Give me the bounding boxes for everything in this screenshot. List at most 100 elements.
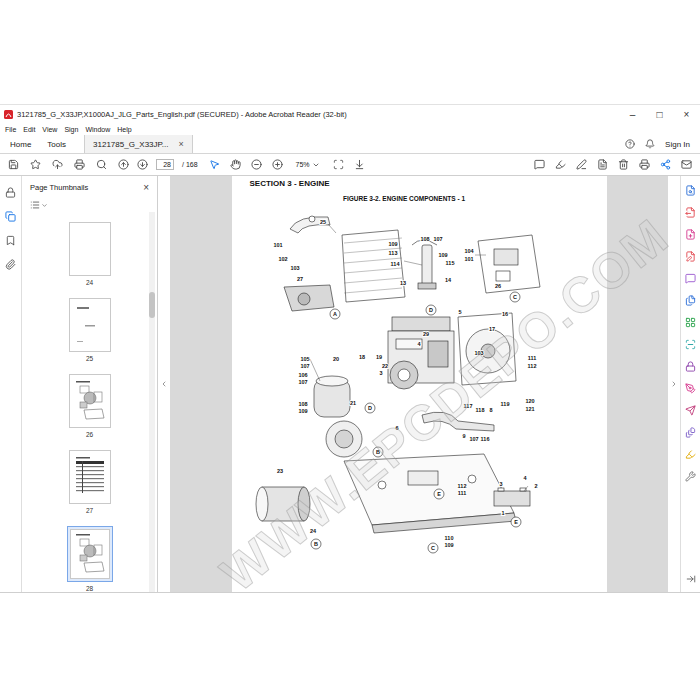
thumbnail-label: 25 [86,355,93,362]
callout-number: 2 [534,483,537,489]
upload-icon[interactable] [52,159,63,170]
hand-icon[interactable] [230,159,241,170]
text-icon[interactable] [597,159,608,170]
mail-icon[interactable] [681,159,692,170]
page-thumbnail[interactable]: 25 [69,298,111,362]
scan-icon[interactable] [685,339,696,350]
tab[interactable]: Tools [39,135,74,153]
comment-icon[interactable] [534,159,545,170]
page-thumbnail[interactable]: 28 [67,526,113,592]
callout-number: 3 [379,370,382,376]
page-thumbnail[interactable]: 27 [69,450,111,514]
chevron-down-icon [41,202,48,209]
page-number-field[interactable]: 28 [156,159,174,170]
menu-item[interactable]: Help [117,126,131,133]
window-control[interactable]: × [673,109,700,120]
svg-text:C: C [431,545,435,551]
print-icon[interactable] [639,159,650,170]
zoom-out-icon[interactable] [251,159,262,170]
edit-pdf-icon[interactable] [685,251,696,262]
callout-number: 112 [527,363,536,369]
highlight-icon[interactable] [685,449,696,460]
help-icon[interactable] [625,139,635,149]
export-pdf-icon[interactable] [685,207,696,218]
zoom-field[interactable]: 75% [293,160,323,170]
scrollbar-thumb[interactable] [149,292,155,318]
chevron-right-icon [670,380,678,388]
scrollbar[interactable] [149,212,155,592]
search-icon[interactable] [96,159,107,170]
tab[interactable]: 3121785_G_X33JP...× [84,135,193,153]
options-button[interactable] [22,198,157,212]
panel-close[interactable]: × [143,182,149,193]
next-page-icon[interactable] [137,159,148,170]
callout-number: 115 [445,260,454,266]
pages-icon[interactable] [5,211,16,222]
callout-number: 17 [488,326,494,332]
window-control[interactable]: – [619,109,646,120]
watermark: WWW.EPCDEPO.COM [210,207,680,603]
comment-icon[interactable] [685,273,696,284]
thumb-text-icon [75,305,105,345]
more-tools-icon[interactable] [685,427,696,438]
highlight-icon[interactable] [555,159,566,170]
expand-rail-icon[interactable] [686,574,696,584]
search-document-icon[interactable] [685,185,696,196]
collapse-left[interactable] [158,176,170,592]
bell-icon[interactable] [645,139,655,149]
tab-close[interactable]: × [179,139,184,149]
star-icon[interactable] [30,159,41,170]
create-pdf-icon[interactable] [685,229,696,240]
menu-item[interactable]: View [42,126,57,133]
scroll-mode-icon[interactable] [354,159,365,170]
callout-number: 6 [395,425,398,431]
callout-number: 107 [300,363,309,369]
acrobat-window: 3121785_G_X33JP,X1000AJ_JLG_Parts_Englis… [0,104,700,593]
tab[interactable]: Home [2,135,39,153]
bottom-margin [0,593,700,700]
collapse-right[interactable] [668,176,680,592]
page-thumbnail[interactable]: 26 [69,374,111,438]
sign-in-button[interactable]: Sign In [665,140,690,149]
callout-letter: E [434,489,444,499]
callout-number: 107 [469,436,478,442]
send-for-signature-icon[interactable] [685,405,696,416]
callout-number: 121 [525,406,534,412]
menu-item[interactable]: Sign [64,126,78,133]
print-icon[interactable] [74,159,85,170]
delete-icon[interactable] [618,159,629,170]
zoom-in-icon[interactable] [272,159,283,170]
menu-item[interactable]: Edit [23,126,35,133]
menu-item[interactable]: File [5,126,16,133]
callout-number: 18 [358,354,364,360]
callout-number: 116 [480,436,489,442]
tools-icon[interactable] [685,471,696,482]
save-icon[interactable] [8,159,19,170]
pdf-page: SECTION 3 - ENGINEFIGURE 3-2. ENGINE COM… [232,176,607,592]
lock-icon[interactable] [5,187,16,198]
draw-icon[interactable] [576,159,587,170]
bookmark-icon[interactable] [5,235,16,246]
window-control[interactable]: □ [646,109,673,120]
previous-page-icon[interactable] [118,159,129,170]
menu-item[interactable]: Window [85,126,110,133]
attachment-icon[interactable] [5,259,16,270]
share-icon[interactable] [660,159,671,170]
page-thumbnail[interactable]: 24 [69,222,111,286]
window-title: 3121785_G_X33JP,X1000AJ_JLG_Parts_Englis… [17,110,619,119]
fill-sign-icon[interactable] [685,383,696,394]
protect-icon[interactable] [685,361,696,372]
panel-header: Page Thumbnails× [22,176,157,198]
title-bar: 3121785_G_X33JP,X1000AJ_JLG_Parts_Englis… [0,105,700,123]
svg-text:A: A [333,311,337,317]
callout-letter: A [330,309,340,319]
organize-pages-icon[interactable] [685,317,696,328]
account-area: Sign In [625,135,700,153]
select-cursor-icon[interactable] [209,159,220,170]
callout-number: 21 [349,400,355,406]
callout-number: 13 [399,280,405,286]
callout-number: 103 [474,350,483,356]
combine-files-icon[interactable] [685,295,696,306]
marquee-icon[interactable] [333,159,344,170]
svg-text:D: D [429,307,433,313]
